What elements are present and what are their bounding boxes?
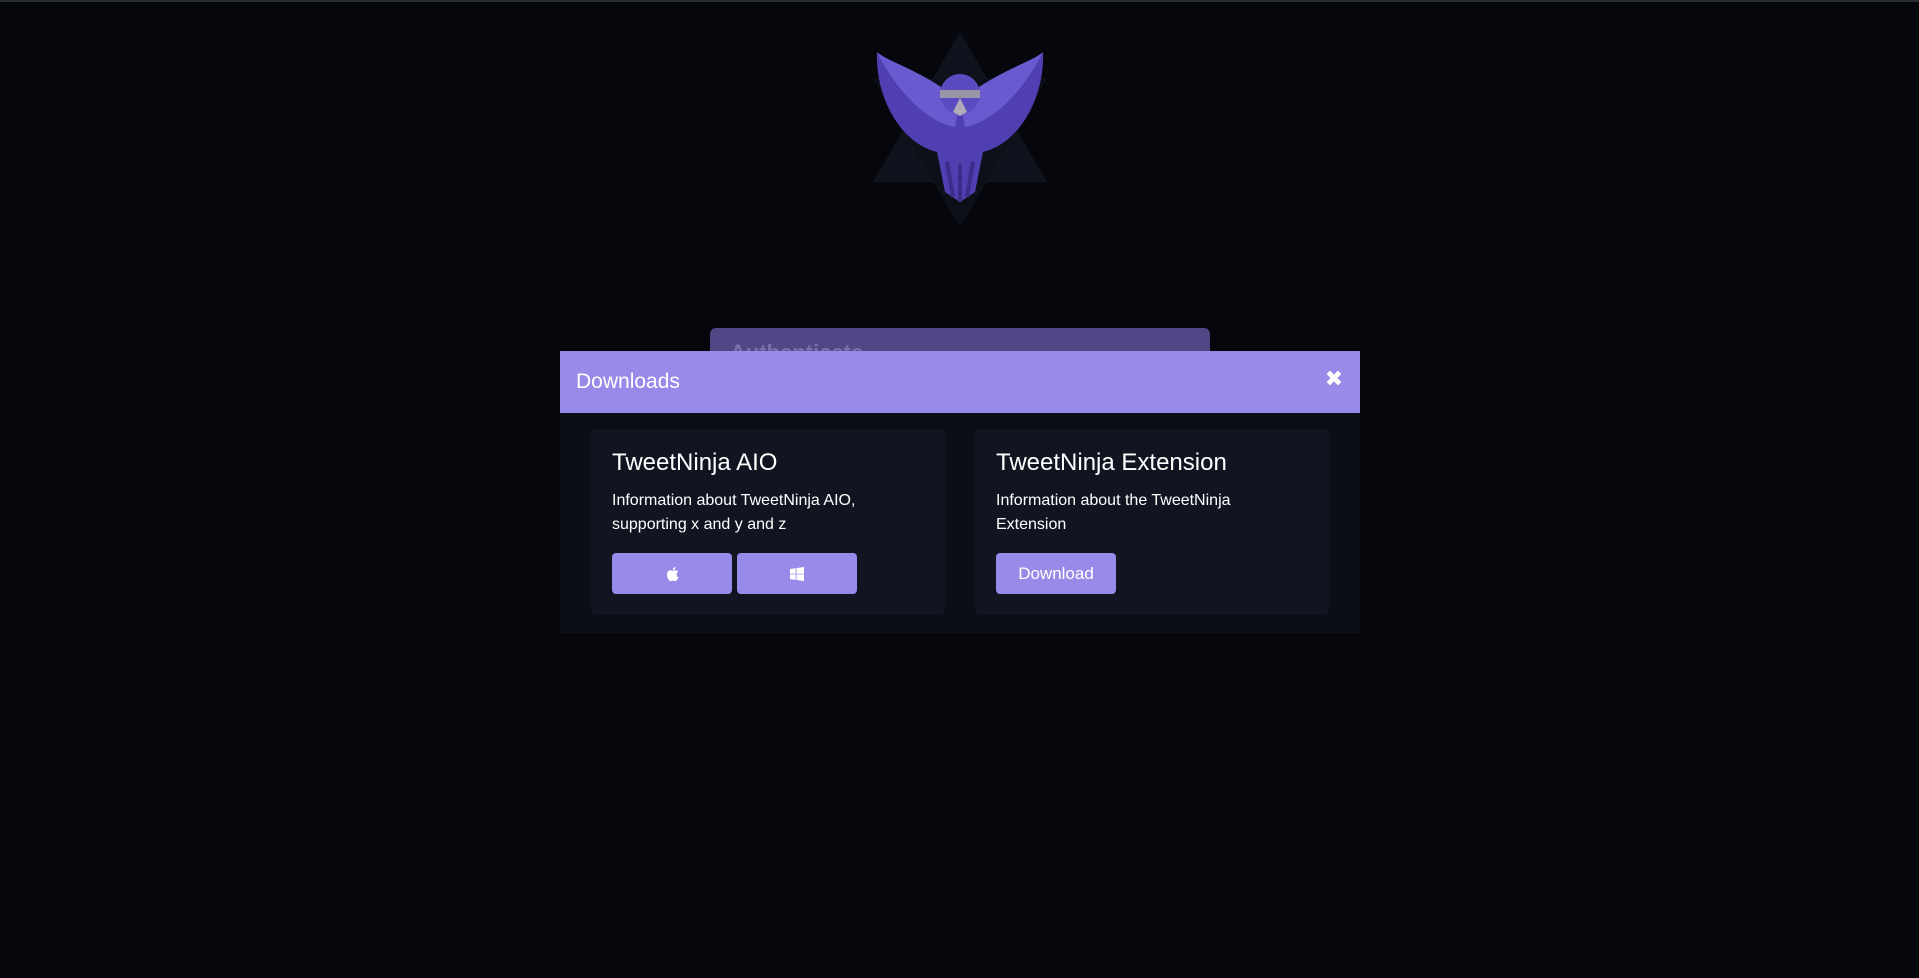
card-title: TweetNinja AIO: [612, 449, 778, 476]
modal-header: Downloads ✖: [560, 351, 1360, 413]
page: Authenticate Downloads ✖ TweetNinja AIO …: [0, 0, 1919, 978]
downloads-modal: Downloads ✖ TweetNinja AIO Information a…: [560, 351, 1360, 633]
card-title: TweetNinja Extension: [996, 449, 1227, 476]
modal-title: Downloads: [576, 370, 680, 393]
ninja-bird-logo: [867, 32, 1053, 228]
apple-icon: [666, 566, 679, 581]
card-description: Information about the TweetNinja Extensi…: [996, 492, 1231, 533]
close-icon[interactable]: ✖: [1322, 367, 1346, 391]
card-description: Information about TweetNinja AIO, suppor…: [612, 492, 856, 533]
download-windows-button[interactable]: [737, 553, 857, 594]
windows-icon: [790, 566, 804, 581]
download-card-aio: TweetNinja AIO Information about TweetNi…: [591, 429, 945, 615]
download-extension-button[interactable]: Download: [996, 553, 1116, 594]
download-mac-button[interactable]: [612, 553, 732, 594]
download-card-extension: TweetNinja Extension Information about t…: [975, 429, 1329, 615]
modal-body: TweetNinja AIO Information about TweetNi…: [560, 413, 1360, 633]
